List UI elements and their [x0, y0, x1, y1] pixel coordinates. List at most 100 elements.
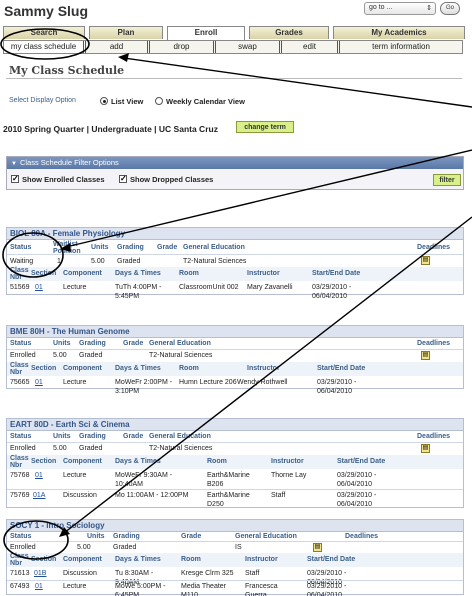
days-times: TuTh 4:00PM - 5:45PM — [115, 284, 162, 300]
tab-grades[interactable]: Grades — [249, 26, 329, 39]
enrollment-status: Enrolled — [10, 544, 36, 551]
component: Lecture — [63, 379, 87, 386]
dates-header: Start/End Date — [307, 556, 356, 563]
subnav-edit[interactable]: edit — [282, 41, 340, 53]
days-times-header: Days & Times — [115, 556, 161, 563]
room: Kresge Clrm 325 — [181, 570, 234, 577]
section-link[interactable]: 01 — [35, 378, 43, 387]
show-dropped-label[interactable]: Show Dropped Classes — [130, 175, 213, 184]
instructor-header: Instructor — [247, 365, 280, 372]
room: Humn Lecture 206 — [179, 379, 237, 386]
component: Discussion — [63, 570, 97, 577]
goto-value: go to ... — [369, 4, 393, 11]
filter-panel-title: Class Schedule Filter Options — [19, 158, 119, 167]
course-title: BME 80H - The Human Genome — [7, 326, 463, 338]
start-end-date: 03/29/2010 - 06/04/2010 — [312, 284, 352, 300]
title-divider — [6, 78, 462, 79]
waitlist-header: Waitlist Position — [53, 241, 81, 255]
deadlines-header: Deadlines — [417, 433, 451, 440]
change-term-button[interactable]: change term — [236, 121, 294, 133]
section-link[interactable]: 01A — [33, 491, 45, 500]
subnav-term-information[interactable]: term information — [340, 41, 462, 53]
tab-my-academics[interactable]: My Academics — [333, 26, 465, 39]
enrollment-status: Waiting — [10, 258, 34, 265]
instructor-header: Instructor — [245, 556, 278, 563]
units-header: Units — [53, 433, 71, 440]
grading-value: Graded — [79, 352, 103, 359]
class-nbr: 75769 — [10, 492, 30, 499]
grading-header: Grading — [113, 533, 140, 540]
grading-value: Graded — [117, 258, 141, 265]
units-value: 5.00 — [53, 352, 67, 359]
instructor-header: Instructor — [271, 458, 304, 465]
deadlines-calendar-icon[interactable]: ▤ — [421, 351, 430, 360]
dates-header: Start/End Date — [337, 458, 386, 465]
tab-enroll[interactable]: Enroll — [167, 26, 245, 40]
filter-button[interactable]: filter — [433, 174, 461, 186]
deadlines-header: Deadlines — [417, 244, 451, 251]
tab-plan[interactable]: Plan — [89, 26, 163, 39]
go-button[interactable]: Go — [440, 2, 460, 15]
room: Earth&Marine D250 — [207, 492, 250, 508]
show-dropped-checkbox[interactable]: ✓ — [119, 175, 127, 183]
section-link[interactable]: 01 — [35, 471, 43, 480]
subnav-swap[interactable]: swap — [216, 41, 282, 53]
goto-select[interactable]: go to ... ⇕ — [364, 2, 436, 15]
section-link[interactable]: 01 — [35, 283, 43, 292]
class-nbr: 75665 — [10, 379, 30, 386]
collapse-triangle-icon[interactable]: ▼ — [11, 161, 17, 167]
subnav-add[interactable]: add — [86, 41, 150, 53]
course-block-socy-1: SOCY 1 - Intro Sociology Status Units Gr… — [6, 519, 464, 596]
gen-ed-value: T2-Natural Sciences — [149, 445, 213, 452]
units-value: 5.00 — [53, 445, 67, 452]
gen-ed-header: General Education — [149, 340, 211, 347]
instructor-header: Instructor — [247, 270, 280, 277]
days-times-header: Days & Times — [115, 458, 161, 465]
gen-ed-value: T2-Natural Sciences — [183, 258, 247, 265]
component-header: Component — [63, 458, 102, 465]
enrollment-status: Enrolled — [10, 445, 36, 452]
component: Discussion — [63, 492, 97, 499]
list-view-radio[interactable] — [100, 97, 108, 105]
user-name: Sammy Slug — [4, 3, 89, 19]
deadlines-calendar-icon[interactable]: ▤ — [421, 444, 430, 453]
show-enrolled-label[interactable]: Show Enrolled Classes — [22, 175, 105, 184]
deadlines-calendar-icon[interactable]: ▤ — [421, 256, 430, 265]
grading-header: Grading — [79, 340, 106, 347]
deadlines-calendar-icon[interactable]: ▤ — [313, 543, 322, 552]
instructor: Thorne Lay — [271, 472, 307, 479]
grading-value: Graded — [113, 544, 137, 551]
show-enrolled-checkbox[interactable]: ✓ — [11, 175, 19, 183]
section-link[interactable]: 01B — [34, 569, 46, 578]
waitlist-position: 1 — [57, 258, 61, 265]
units-value: 5.00 — [77, 544, 91, 551]
component-header: Component — [63, 556, 102, 563]
term-summary: 2010 Spring Quarter | Undergraduate | UC… — [3, 124, 218, 134]
filter-panel-header[interactable]: ▼ Class Schedule Filter Options — [7, 157, 463, 169]
enrollment-status: Enrolled — [10, 352, 36, 359]
room: Earth&Marine B206 — [207, 472, 250, 488]
section-link[interactable]: 01 — [35, 582, 43, 591]
grade-header: Grade — [181, 533, 202, 540]
annotation-arrowhead-1 — [118, 53, 129, 62]
component: Lecture — [63, 284, 87, 291]
subnav-drop[interactable]: drop — [150, 41, 216, 53]
days-times-header: Days & Times — [115, 365, 161, 372]
course-title: SOCY 1 - Intro Sociology — [7, 520, 463, 532]
instructor: Staff — [271, 492, 286, 499]
list-view-label[interactable]: List View — [111, 97, 143, 106]
weekly-view-label[interactable]: Weekly Calendar View — [166, 97, 245, 106]
units-value: 5.00 — [91, 258, 105, 265]
grade-header: Grade — [123, 433, 144, 440]
weekly-view-radio[interactable] — [155, 97, 163, 105]
status-header: Status — [10, 533, 32, 540]
room-header: Room — [207, 458, 227, 465]
subnav-my-class-schedule[interactable]: my class schedule — [4, 41, 86, 53]
gen-ed-header: General Education — [149, 433, 211, 440]
component-header: Component — [63, 365, 102, 372]
tab-search[interactable]: Search — [3, 26, 85, 39]
gen-ed-header: General Education — [235, 533, 297, 540]
page-title: My Class Schedule — [9, 64, 125, 77]
instructor: Wendy Rothwell — [237, 379, 288, 386]
top-bar: Sammy Slug go to ... ⇕ Go — [0, 0, 472, 22]
